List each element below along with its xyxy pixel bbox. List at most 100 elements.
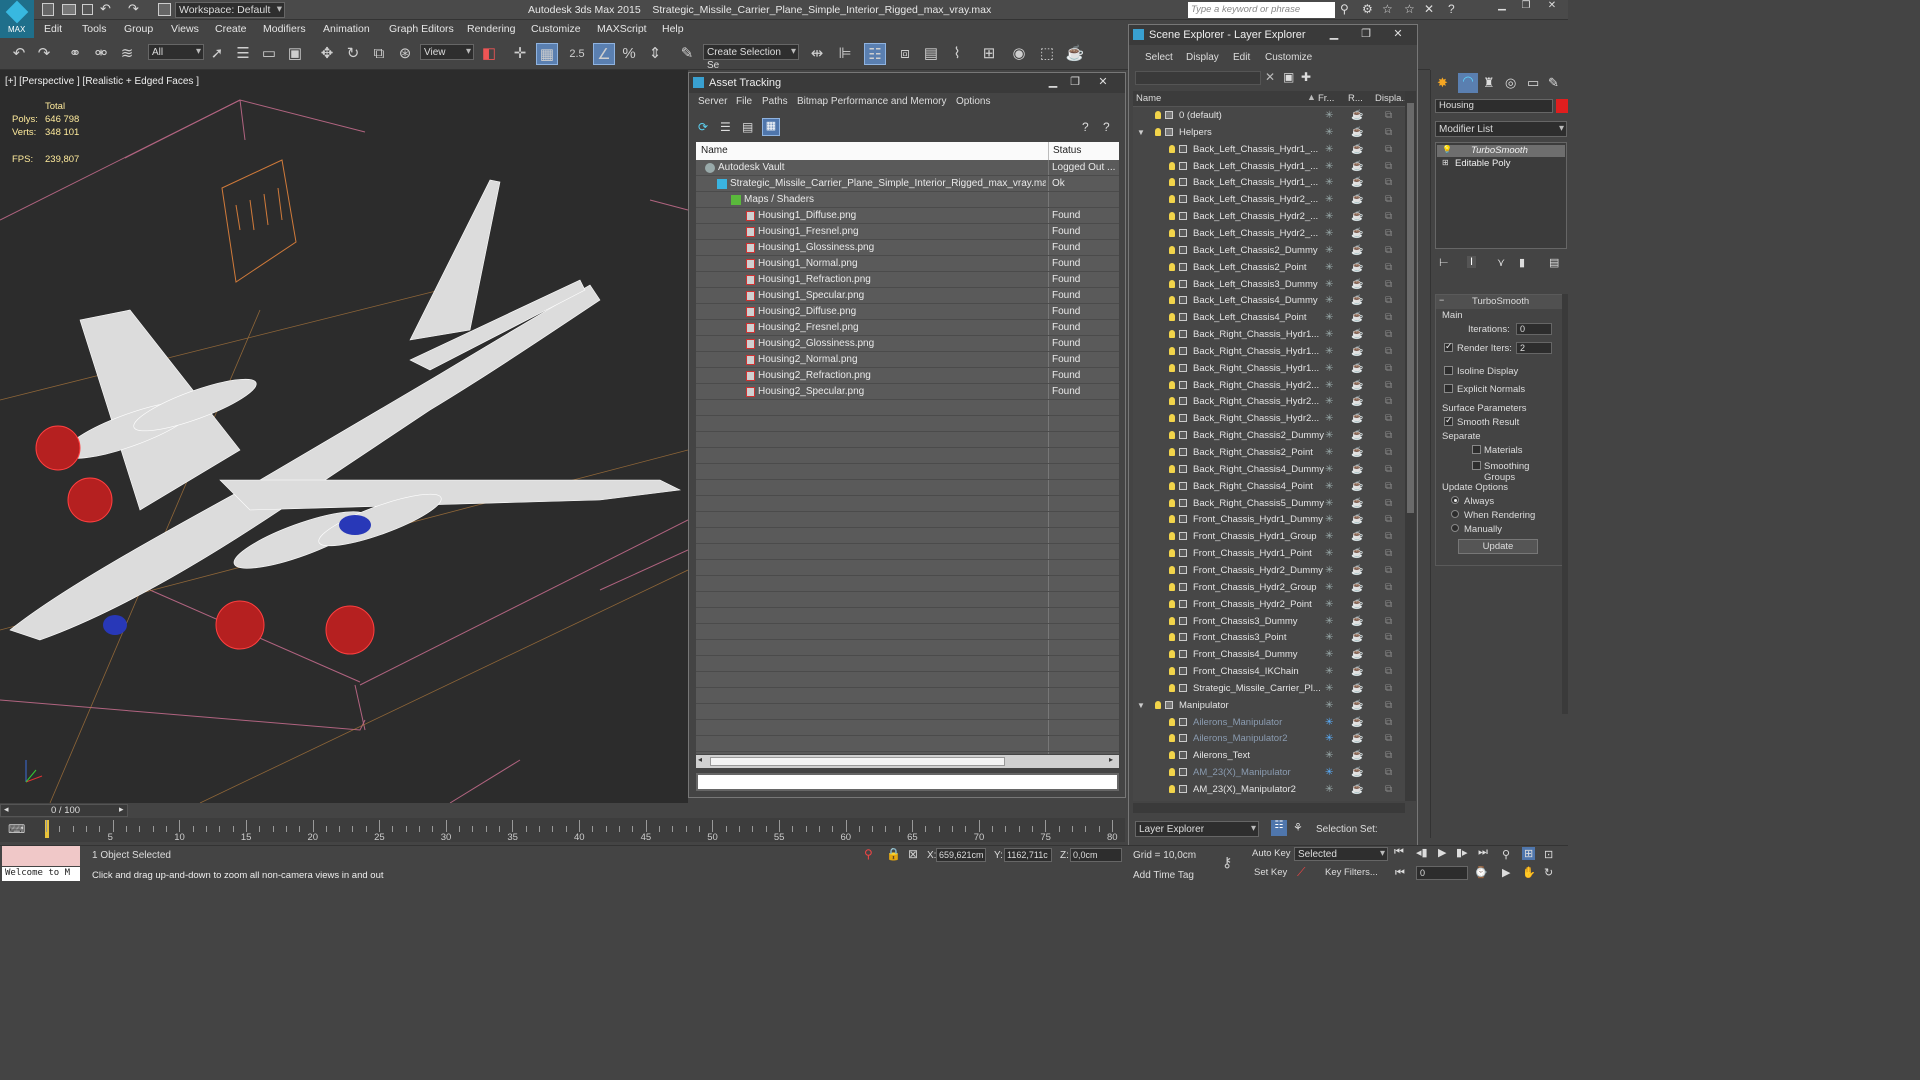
- visibility-bulb-icon[interactable]: [1169, 532, 1175, 541]
- freeze-icon[interactable]: ✳: [1325, 495, 1333, 512]
- visibility-bulb-icon[interactable]: [1169, 144, 1175, 153]
- undo-icon[interactable]: ↶: [100, 1, 111, 17]
- maximize-button[interactable]: ❐: [1514, 0, 1538, 16]
- smooth-result-checkbox[interactable]: [1444, 415, 1453, 426]
- freeze-icon[interactable]: ✳: [1325, 276, 1333, 293]
- move-icon[interactable]: ✥: [316, 43, 338, 65]
- subscription-icon[interactable]: ⚙: [1362, 2, 1373, 16]
- object-color-swatch[interactable]: [1556, 99, 1568, 113]
- asset-row[interactable]: Housing1_Diffuse.png Found: [696, 208, 1119, 224]
- visibility-bulb-icon[interactable]: [1169, 380, 1175, 389]
- se-row[interactable]: Back_Left_Chassis2_Point ✳ ☕ ⧉: [1133, 259, 1405, 276]
- scroll-left-arrow[interactable]: ◂: [698, 755, 702, 764]
- display-icon[interactable]: ⧉: [1385, 646, 1392, 663]
- reference-coordinate-dropdown[interactable]: View: [420, 44, 474, 60]
- unlink-icon[interactable]: ⚮: [90, 43, 112, 65]
- se-add-layer-icon[interactable]: ▣: [1283, 70, 1294, 84]
- visibility-bulb-icon[interactable]: [1155, 127, 1161, 136]
- utilities-tab-icon[interactable]: ✎: [1548, 75, 1559, 91]
- zoom-all-icon[interactable]: ⊞: [1522, 847, 1536, 860]
- undo-icon[interactable]: ↶: [8, 43, 30, 65]
- menu-edit[interactable]: Edit: [44, 23, 62, 35]
- display-icon[interactable]: ⧉: [1385, 461, 1392, 478]
- display-icon[interactable]: ⧉: [1385, 680, 1392, 697]
- asset-tracking-title-bar[interactable]: Asset Tracking ▁ ❐ ✕: [689, 73, 1125, 93]
- se-row[interactable]: Back_Right_Chassis2_Point ✳ ☕ ⧉: [1133, 444, 1405, 461]
- visibility-bulb-icon[interactable]: [1169, 464, 1175, 473]
- freeze-icon[interactable]: ✳: [1325, 326, 1333, 343]
- display-icon[interactable]: ⧉: [1385, 208, 1392, 225]
- asset-row[interactable]: Housing2_Glossiness.png Found: [696, 336, 1119, 352]
- visibility-bulb-icon[interactable]: [1169, 633, 1175, 642]
- visibility-bulb-icon[interactable]: [1169, 363, 1175, 372]
- freeze-icon[interactable]: ✳: [1325, 629, 1333, 646]
- display-icon[interactable]: ⧉: [1385, 276, 1392, 293]
- visibility-bulb-icon[interactable]: [1169, 397, 1175, 406]
- freeze-icon[interactable]: ✳: [1325, 764, 1333, 781]
- asset-menu-options[interactable]: Options: [956, 96, 990, 107]
- angle-snap-icon[interactable]: ∠: [593, 43, 615, 65]
- place-icon[interactable]: ⊛: [394, 43, 416, 65]
- renderable-icon[interactable]: ☕: [1351, 781, 1363, 798]
- se-row[interactable]: 0 (default) ✳ ☕ ⧉: [1133, 107, 1405, 124]
- asset-row[interactable]: Housing2_Refraction.png Found: [696, 368, 1119, 384]
- table-view-icon[interactable]: ▦: [762, 118, 780, 136]
- freeze-icon[interactable]: ✳: [1325, 309, 1333, 326]
- remove-modifier-icon[interactable]: ▮: [1519, 256, 1525, 269]
- previous-frame-icon[interactable]: ◂▮: [1416, 846, 1428, 859]
- layer-manager-icon[interactable]: ⧈: [894, 43, 916, 65]
- z-coordinate-field[interactable]: 0,0cm: [1070, 848, 1122, 862]
- freeze-icon[interactable]: ✳: [1325, 427, 1333, 444]
- se-row[interactable]: Back_Right_Chassis5_Dummy ✳ ☕ ⧉: [1133, 495, 1405, 512]
- visibility-bulb-icon[interactable]: [1169, 330, 1175, 339]
- snaps-toggle-icon[interactable]: 2.5: [566, 43, 588, 65]
- display-icon[interactable]: ⧉: [1385, 242, 1392, 259]
- visibility-bulb-icon[interactable]: [1169, 178, 1175, 187]
- se-row[interactable]: Back_Left_Chassis_Hydr2_... ✳ ☕ ⧉: [1133, 208, 1405, 225]
- keyboard-shortcut-toggle-icon[interactable]: ▦: [536, 43, 558, 65]
- display-icon[interactable]: ⧉: [1385, 107, 1392, 124]
- se-row[interactable]: Front_Chassis4_Dummy ✳ ☕ ⧉: [1133, 646, 1405, 663]
- se-row[interactable]: Back_Right_Chassis_Hydr1... ✳ ☕ ⧉: [1133, 326, 1405, 343]
- scene-explorer-title-bar[interactable]: Scene Explorer - Layer Explorer ▁ ❐ ✕: [1129, 25, 1417, 45]
- menu-rendering[interactable]: Rendering: [467, 23, 515, 35]
- visibility-bulb-icon[interactable]: [1169, 734, 1175, 743]
- se-clear-search-icon[interactable]: ✕: [1265, 70, 1275, 84]
- list-view-icon[interactable]: ☰: [720, 120, 731, 134]
- visibility-bulb-icon[interactable]: [1169, 616, 1175, 625]
- visibility-bulb-icon[interactable]: [1169, 313, 1175, 322]
- se-search-field[interactable]: [1135, 71, 1261, 85]
- se-close-button[interactable]: ✕: [1389, 27, 1407, 42]
- selection-lock-icon[interactable]: 🔒: [886, 847, 901, 861]
- go-to-start-icon[interactable]: ⏮: [1394, 846, 1404, 859]
- asset-minimize-button[interactable]: ▁: [1044, 75, 1062, 90]
- display-icon[interactable]: ⧉: [1385, 545, 1392, 562]
- key-mode-toggle-icon[interactable]: ⏮: [1395, 867, 1405, 880]
- explicit-normals-checkbox[interactable]: [1444, 384, 1453, 393]
- current-frame-field[interactable]: 0: [1416, 866, 1468, 880]
- visibility-bulb-icon[interactable]: [1169, 195, 1175, 204]
- se-row[interactable]: Back_Right_Chassis_Hydr2... ✳ ☕ ⧉: [1133, 377, 1405, 394]
- time-config-icon[interactable]: ⌚: [1474, 866, 1488, 879]
- freeze-icon[interactable]: ✳: [1325, 613, 1333, 630]
- create-tab-icon[interactable]: ✸: [1437, 75, 1448, 91]
- se-row[interactable]: Ailerons_Manipulator2 ✳ ☕ ⧉: [1133, 730, 1405, 747]
- se-row[interactable]: Back_Left_Chassis_Hydr1_... ✳ ☕ ⧉: [1133, 158, 1405, 175]
- set-key-button[interactable]: Set Key: [1254, 867, 1294, 881]
- display-icon[interactable]: ⧉: [1385, 781, 1392, 798]
- se-row[interactable]: Back_Right_Chassis2_Dummy ✳ ☕ ⧉: [1133, 427, 1405, 444]
- se-row[interactable]: ▼ Helpers ✳ ☕ ⧉: [1133, 124, 1405, 141]
- asset-close-button[interactable]: ✕: [1094, 75, 1112, 90]
- renderable-icon[interactable]: ☕: [1351, 764, 1363, 781]
- window-crossing-icon[interactable]: ▣: [284, 43, 306, 65]
- freeze-icon[interactable]: ✳: [1325, 444, 1333, 461]
- asset-row[interactable]: Maps / Shaders: [696, 192, 1119, 208]
- renderable-icon[interactable]: ☕: [1351, 478, 1363, 495]
- se-row[interactable]: Front_Chassis_Hydr2_Dummy ✳ ☕ ⧉: [1133, 562, 1405, 579]
- x-icon[interactable]: ✕: [1424, 2, 1434, 16]
- y-coordinate-field[interactable]: 1162,711c: [1004, 848, 1052, 862]
- se-row[interactable]: Front_Chassis4_IKChain ✳ ☕ ⧉: [1133, 663, 1405, 680]
- modifier-list-dropdown[interactable]: Modifier List: [1435, 121, 1567, 137]
- renderable-icon[interactable]: ☕: [1351, 174, 1363, 191]
- show-end-result-icon[interactable]: I: [1467, 256, 1477, 268]
